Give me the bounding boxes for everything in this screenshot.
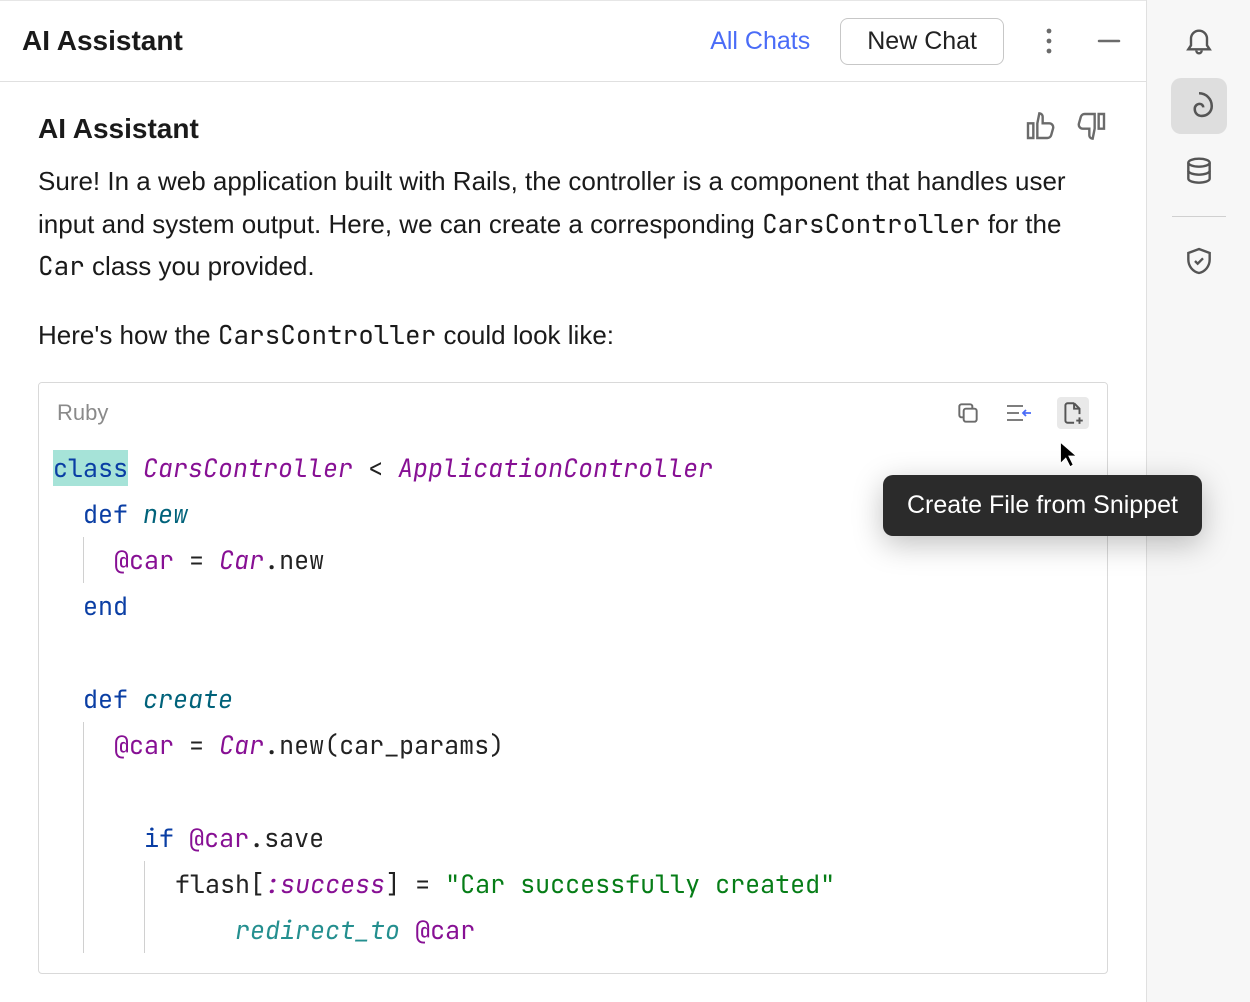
inline-code: CarsController <box>218 317 436 352</box>
header-actions: All Chats New Chat <box>710 18 1124 65</box>
thumbs-down-icon[interactable] <box>1076 110 1108 147</box>
tok: new <box>143 497 188 531</box>
minimize-icon[interactable] <box>1094 26 1124 56</box>
tok: < <box>368 451 383 485</box>
tok: Car <box>219 543 264 577</box>
tok: "Car successfully created" <box>445 867 835 901</box>
tok: def <box>83 682 128 716</box>
tok: .new <box>264 543 324 577</box>
toolbar-divider <box>1172 216 1226 217</box>
message-paragraph-1: Sure! In a web application built with Ra… <box>38 161 1108 288</box>
tok: redirect_to <box>235 913 400 947</box>
ai-assistant-icon[interactable] <box>1171 78 1227 134</box>
message-body: Sure! In a web application built with Ra… <box>38 161 1108 974</box>
tok: class <box>53 450 128 486</box>
tok: create <box>143 682 233 716</box>
tooltip-create-file: Create File from Snippet <box>883 475 1202 536</box>
text: Here's how the <box>38 320 218 350</box>
code-block: Ruby class CarsControl <box>38 382 1108 974</box>
insert-at-caret-icon[interactable] <box>1005 400 1033 426</box>
feedback-buttons <box>1024 110 1108 147</box>
code-actions <box>955 397 1089 429</box>
text: class you provided. <box>85 251 315 281</box>
new-chat-button[interactable]: New Chat <box>840 18 1004 65</box>
database-icon[interactable] <box>1171 144 1227 200</box>
tok: :success <box>265 867 385 901</box>
thumbs-up-icon[interactable] <box>1024 110 1056 147</box>
text: could look like: <box>436 320 614 350</box>
tok: end <box>83 589 128 623</box>
tok: @car <box>415 913 475 947</box>
message-header: AI Assistant <box>38 110 1108 147</box>
tok: ApplicationController <box>398 451 713 485</box>
tok: = <box>174 543 219 577</box>
inline-code: Car <box>38 248 85 283</box>
tok: if <box>144 821 174 855</box>
panel-title: AI Assistant <box>22 25 183 57</box>
copy-icon[interactable] <box>955 400 981 426</box>
tok: CarsController <box>143 451 353 485</box>
shield-check-icon[interactable] <box>1171 233 1227 289</box>
message-author: AI Assistant <box>38 113 199 145</box>
code-block-header: Ruby <box>39 383 1107 436</box>
tok: Car <box>219 728 264 762</box>
code-language-label: Ruby <box>57 395 108 430</box>
tok: .new(car_params) <box>264 728 504 762</box>
tok: ] = <box>385 867 445 901</box>
tok: @car <box>114 728 174 762</box>
tok: def <box>83 497 128 531</box>
mouse-cursor <box>1058 440 1080 475</box>
tok: @car <box>114 543 174 577</box>
notifications-icon[interactable] <box>1171 12 1227 68</box>
tok: @car <box>189 821 249 855</box>
tok: flash[ <box>175 867 265 901</box>
message-paragraph-2: Here's how the CarsController could look… <box>38 314 1108 357</box>
text: for the <box>980 209 1061 239</box>
more-options-icon[interactable] <box>1034 26 1064 56</box>
tok: = <box>174 728 219 762</box>
tok: .save <box>249 821 324 855</box>
panel-header: AI Assistant All Chats New Chat <box>0 0 1146 82</box>
inline-code: CarsController <box>762 206 980 241</box>
all-chats-link[interactable]: All Chats <box>710 27 810 56</box>
create-file-icon[interactable] <box>1057 397 1089 429</box>
